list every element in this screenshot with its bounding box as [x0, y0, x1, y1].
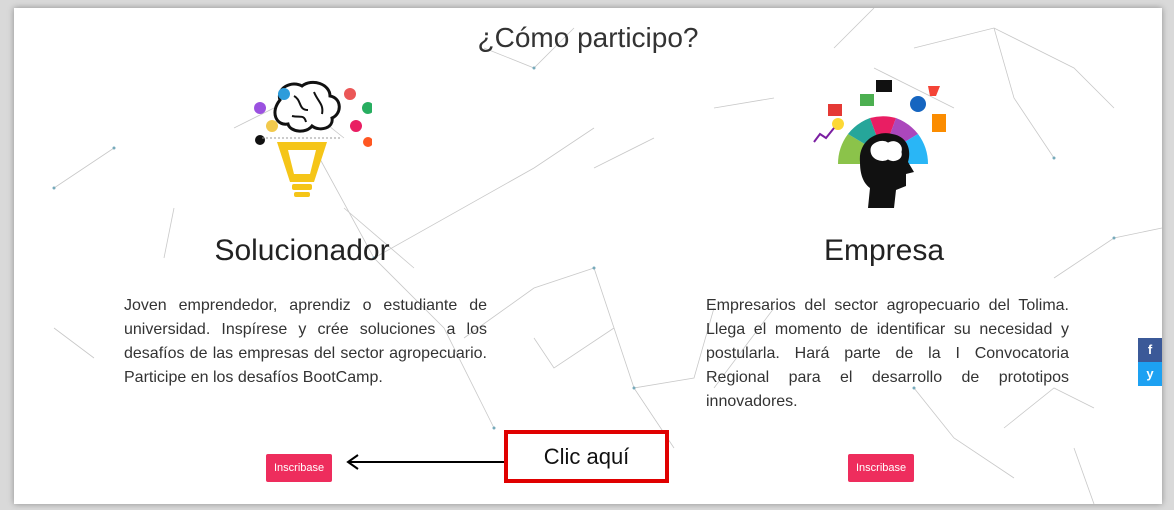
card-description-empresa: Empresarios del sector agropecuario del … — [706, 297, 1069, 410]
click-here-callout: Clic aquí — [504, 430, 669, 483]
inscribase-button-solucionador[interactable]: Inscribase — [266, 454, 333, 482]
head-brain-gears-icon — [813, 80, 946, 208]
card-description-solucionador: Joven emprendedor, aprendiz o estudiante… — [124, 297, 487, 386]
card-title-solucionador: Solucionador — [214, 234, 390, 267]
twitter-share-button[interactable]: y — [1138, 362, 1162, 386]
inscribase-button-empresa[interactable]: Inscribase — [848, 454, 915, 482]
brain-lightbulb-icon — [254, 80, 372, 197]
card-title-empresa: Empresa — [823, 234, 945, 267]
page-title: ¿Cómo participo? — [477, 22, 699, 53]
arrow-left-icon — [346, 454, 506, 470]
page-frame: ¿Cómo participo? Solucionador Joven empr… — [14, 8, 1162, 504]
facebook-share-button[interactable]: f — [1138, 338, 1162, 362]
